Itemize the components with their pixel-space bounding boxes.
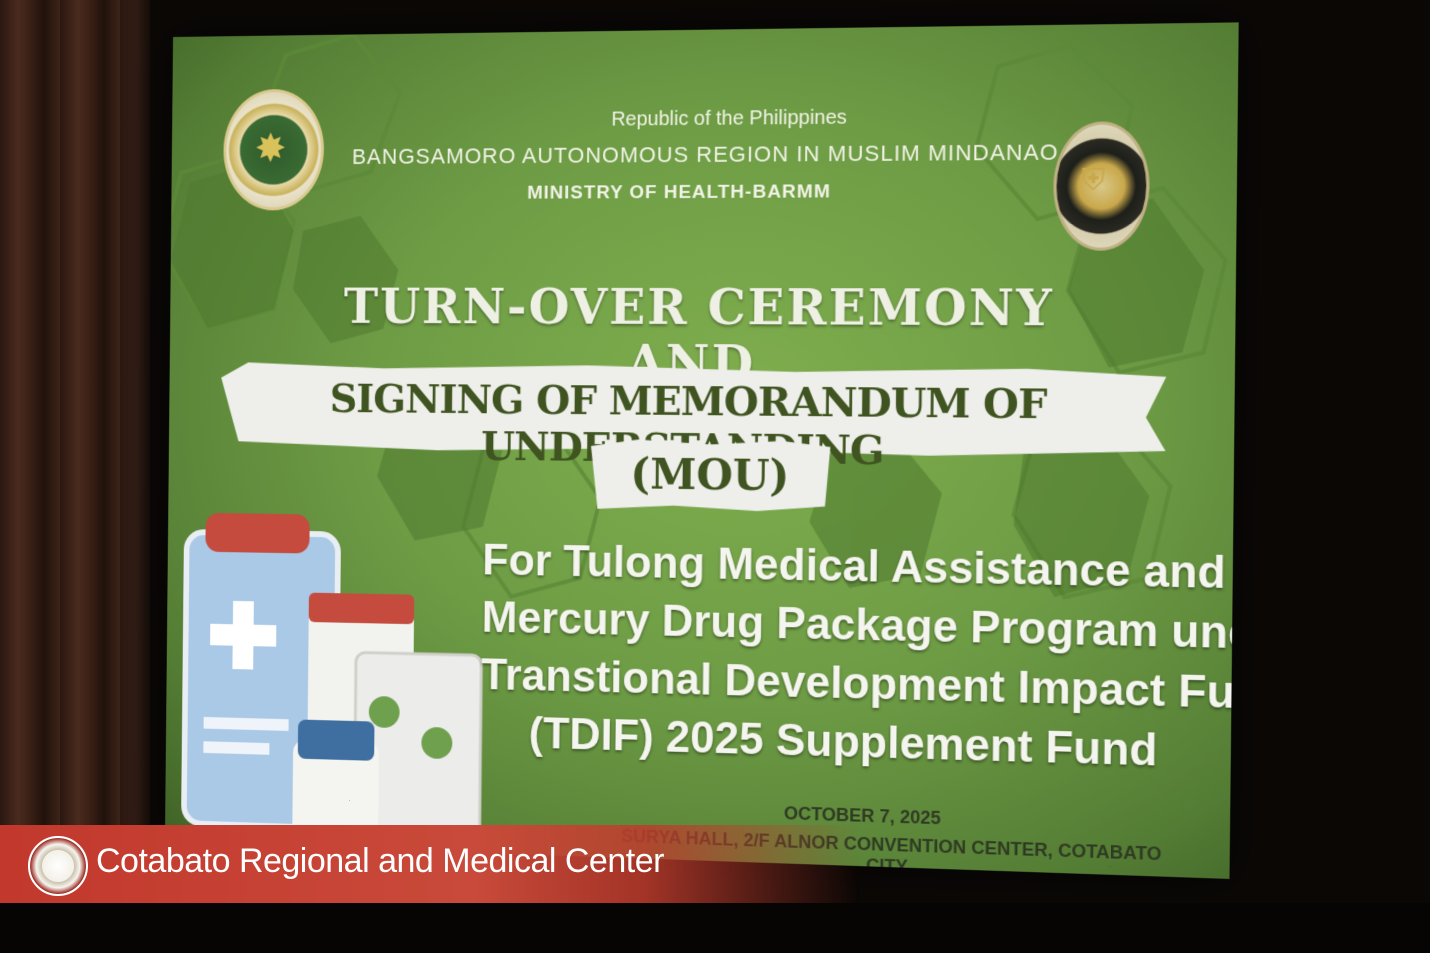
crmc-logo (28, 836, 88, 896)
slide-subtitle-abbrev: (MOU) (630, 449, 790, 501)
organization-name: Cotabato Regional and Medical Center (96, 842, 664, 880)
projector-screen: ✸ ⛨ Republic of the Philippines BANGSAMO… (164, 22, 1239, 879)
medical-supplies-illustration (165, 512, 493, 850)
floor-shadow (0, 903, 1430, 953)
curtain-shadow (120, 0, 160, 953)
header-ministry: MINISTRY OF HEALTH-BARMM (527, 181, 831, 204)
slide-body: For Tulong Medical Assistance and Mercur… (480, 532, 1239, 783)
